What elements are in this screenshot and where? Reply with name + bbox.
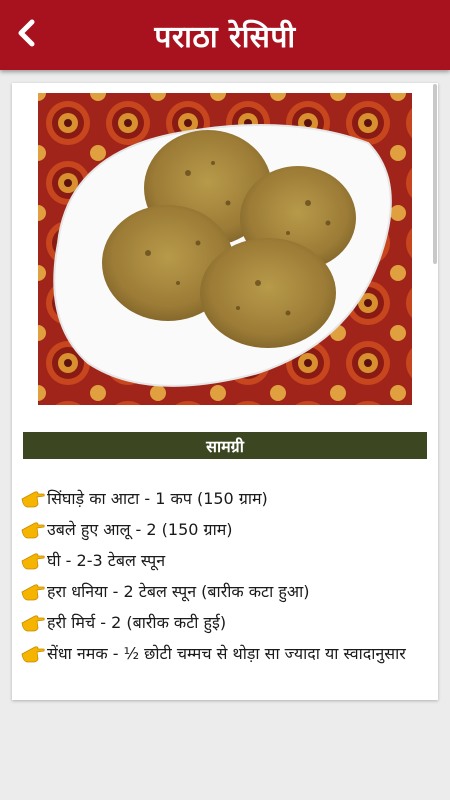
pointing-hand-icon xyxy=(21,578,47,609)
scrollbar[interactable] xyxy=(433,84,437,264)
pointing-hand-icon xyxy=(21,547,47,578)
ingredient-text: सेंधा नमक - ½ छोटी चम्मच से थोड़ा सा ज्य… xyxy=(47,644,406,663)
pointing-hand-icon xyxy=(21,485,47,516)
recipe-image xyxy=(38,93,412,405)
page-title: पराठा रेसिपी xyxy=(154,19,296,55)
ingredient-text: उबले हुए आलू - 2 (150 ग्राम) xyxy=(47,520,233,539)
chevron-left-icon xyxy=(14,18,40,52)
list-item: उबले हुए आलू - 2 (150 ग्राम) xyxy=(21,516,429,547)
pointing-hand-icon xyxy=(21,516,47,547)
list-item: सेंधा नमक - ½ छोटी चम्मच से थोड़ा सा ज्य… xyxy=(21,640,429,671)
ingredient-text: हरी मिर्च - 2 (बारीक कटी हुई) xyxy=(47,613,227,632)
pointing-hand-icon xyxy=(21,609,47,640)
pointing-hand-icon xyxy=(21,640,47,671)
list-item: सिंघाड़े का आटा - 1 कप (150 ग्राम) xyxy=(21,485,429,516)
ingredients-list: सिंघाड़े का आटा - 1 कप (150 ग्राम) उबले … xyxy=(21,485,429,671)
ingredients-header: सामग्री xyxy=(23,432,427,459)
ingredient-text: सिंघाड़े का आटा - 1 कप (150 ग्राम) xyxy=(47,489,268,508)
ingredient-text: घी - 2-3 टेबल स्पून xyxy=(47,551,166,570)
list-item: हरा धनिया - 2 टेबल स्पून (बारीक कटा हुआ) xyxy=(21,578,429,609)
list-item: हरी मिर्च - 2 (बारीक कटी हुई) xyxy=(21,609,429,640)
back-button[interactable] xyxy=(4,10,50,60)
app-bar: पराठा रेसिपी xyxy=(0,0,450,70)
ingredient-text: हरा धनिया - 2 टेबल स्पून (बारीक कटा हुआ) xyxy=(47,582,310,601)
list-item: घी - 2-3 टेबल स्पून xyxy=(21,547,429,578)
